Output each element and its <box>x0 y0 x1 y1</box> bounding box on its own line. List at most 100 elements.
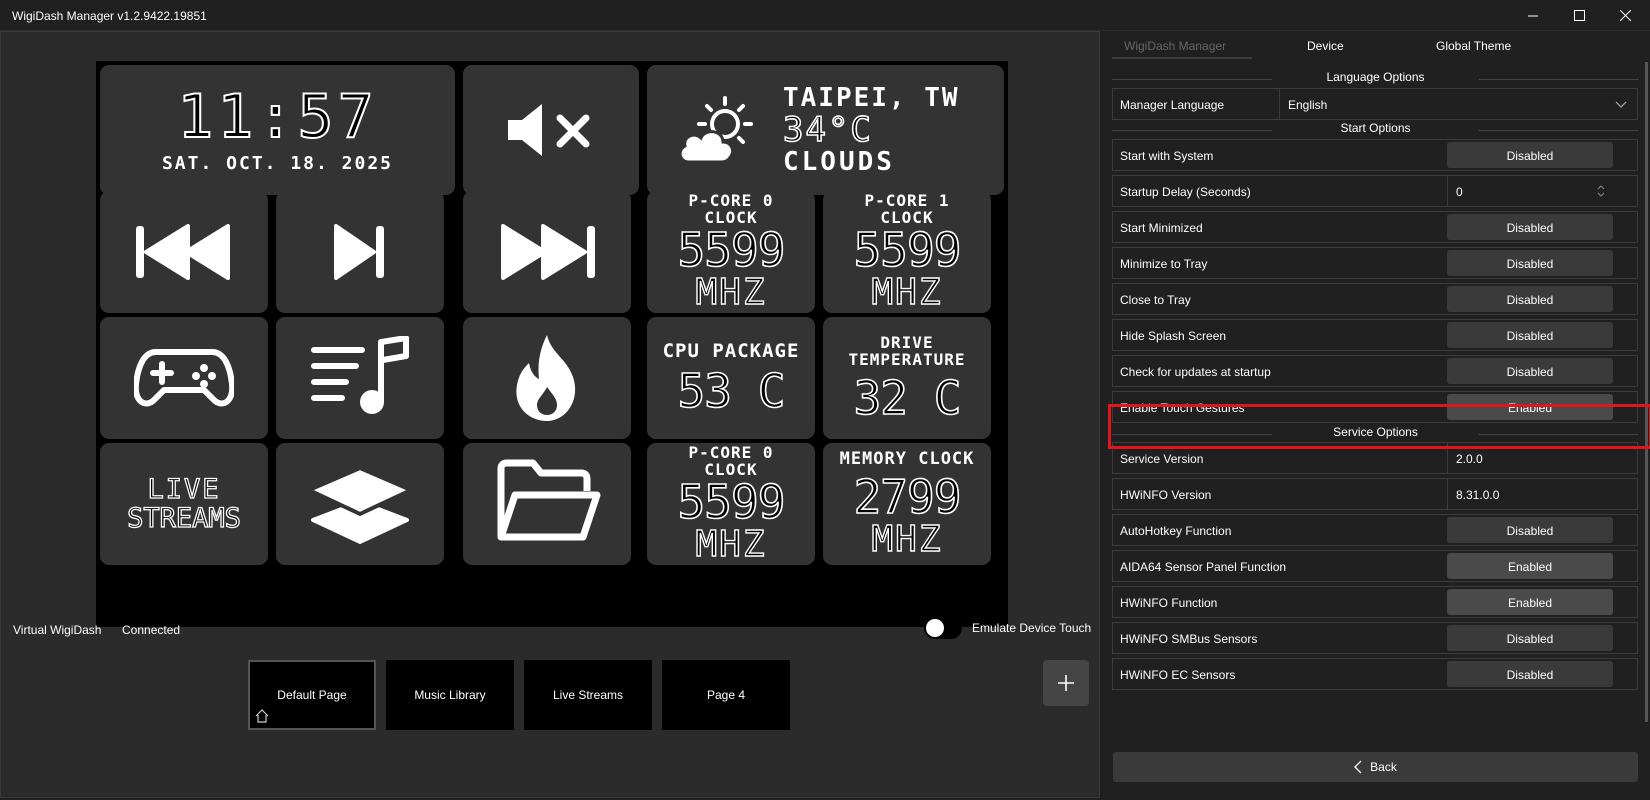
emulate-touch-label: Emulate Device Touch <box>972 621 1092 635</box>
settings-scrollbar[interactable] <box>1645 62 1648 722</box>
tab-global-theme[interactable]: Global Theme <box>1436 39 1511 53</box>
weather-city: TAIPEI, TW <box>783 83 960 113</box>
tile-value: 53 C <box>677 364 786 418</box>
tile-label: MEMORY CLOCK <box>839 449 975 469</box>
tab-indicator <box>1112 57 1252 59</box>
fire-icon <box>516 335 576 421</box>
tab-device[interactable]: Device <box>1307 39 1344 53</box>
manager-language-select[interactable]: English <box>1279 89 1637 119</box>
clock-tile[interactable]: 11:57 SAT. OCT. 18. 2025 <box>100 65 455 195</box>
page-music-library[interactable]: Music Library <box>386 660 514 730</box>
pcore1-clock-tile[interactable]: P-CORE 1 CLOCK 5599 MHZ <box>823 191 991 313</box>
add-page-button[interactable] <box>1043 660 1089 706</box>
live-streams-tile[interactable]: LIVE STREAMS <box>100 443 268 565</box>
aida64-function-toggle[interactable]: Enabled <box>1447 553 1613 579</box>
close-to-tray-toggle[interactable]: Disabled <box>1447 286 1613 312</box>
back-button[interactable]: Back <box>1113 752 1638 782</box>
minimize-to-tray-toggle[interactable]: Disabled <box>1447 250 1613 276</box>
hwinfo-ec-toggle[interactable]: Disabled <box>1447 661 1613 687</box>
page-live-streams[interactable]: Live Streams <box>524 660 652 730</box>
weather-tile[interactable]: TAIPEI, TW 34°C CLOUDS <box>647 65 1004 195</box>
startup-delay-input[interactable]: 0 <box>1447 176 1613 206</box>
autohotkey-function-toggle[interactable]: Disabled <box>1447 517 1613 543</box>
weather-temp: 34°C <box>782 110 873 150</box>
weather-condition: CLOUDS <box>783 147 895 177</box>
home-icon <box>255 709 269 723</box>
setting-label: AutoHotkey Function <box>1120 524 1232 538</box>
pcore0-clock-tile[interactable]: P-CORE 0 CLOCK 5599 MHZ <box>647 191 815 313</box>
tile-unit: MHZ <box>871 519 943 560</box>
emulate-touch-control: Emulate Device Touch <box>924 617 1091 639</box>
back-label: Back <box>1370 760 1397 774</box>
device-name: Virtual WigiDash <box>13 623 102 637</box>
page-label: Live Streams <box>552 688 624 702</box>
connection-status: Connected <box>122 623 181 637</box>
cpu-package-tile[interactable]: CPU PACKAGE 53 C <box>647 317 815 439</box>
setting-label: Hide Splash Screen <box>1120 329 1227 343</box>
tile-value: 5599 <box>853 223 962 277</box>
device-preview-panel: 11:57 SAT. OCT. 18. 2025 TAIPEI, TW 34°C… <box>0 31 1100 798</box>
setting-label: Start with System <box>1120 149 1214 163</box>
layers-icon <box>307 466 413 544</box>
page-label: Music Library <box>414 688 486 702</box>
mute-tile[interactable] <box>463 65 639 195</box>
previous-track-tile[interactable] <box>100 191 268 313</box>
layers-tile[interactable] <box>276 443 444 565</box>
setting-label: HWiNFO SMBus Sensors <box>1120 632 1258 646</box>
setting-label: AIDA64 Sensor Panel Function <box>1120 560 1287 574</box>
spinner-icon[interactable] <box>1597 185 1605 197</box>
start-with-system-toggle[interactable]: Disabled <box>1447 142 1613 168</box>
drive-temperature-tile[interactable]: DRIVE TEMPERATURE 32 C <box>823 317 991 439</box>
hide-splash-screen-toggle[interactable]: Disabled <box>1447 322 1613 348</box>
tab-wigidash-manager[interactable]: WigiDash Manager <box>1124 39 1226 53</box>
setting-label: HWiNFO Version <box>1120 488 1212 502</box>
close-button[interactable] <box>1602 0 1648 31</box>
start-minimized-toggle[interactable]: Disabled <box>1447 214 1613 240</box>
tile-label: LIVE <box>147 474 221 505</box>
hwinfo-function-row: HWiNFO Function Enabled <box>1112 586 1638 618</box>
minimize-to-tray-row: Minimize to Tray Disabled <box>1112 247 1638 279</box>
autohotkey-function-row: AutoHotkey Function Disabled <box>1112 514 1638 546</box>
pcore0-clock-tile-2[interactable]: P-CORE 0 CLOCK 5599 MHZ <box>647 443 815 565</box>
fast-forward-tile[interactable] <box>463 191 631 313</box>
setting-label: Minimize to Tray <box>1120 257 1208 271</box>
plus-icon <box>1058 675 1074 691</box>
volume-mute-icon <box>508 104 590 156</box>
game-tile[interactable] <box>100 317 268 439</box>
check-updates-row: Check for updates at startup Disabled <box>1112 355 1638 387</box>
tab-bar: WigiDash Manager Device Global Theme <box>1101 31 1648 61</box>
folder-tile[interactable] <box>463 443 631 565</box>
memory-clock-tile[interactable]: MEMORY CLOCK 2799 MHZ <box>823 443 991 565</box>
music-library-tile[interactable] <box>276 317 444 439</box>
page-4[interactable]: Page 4 <box>662 660 790 730</box>
tile-value: 32 C <box>853 371 962 425</box>
tile-label: CPU PACKAGE <box>662 340 800 362</box>
hwinfo-version-row: HWiNFO Version 8.31.0.0 <box>1112 478 1638 510</box>
check-updates-toggle[interactable]: Disabled <box>1447 358 1613 384</box>
next-track-tile[interactable] <box>276 191 444 313</box>
hwinfo-smbus-toggle[interactable]: Disabled <box>1447 625 1613 651</box>
page-label: Default Page <box>277 688 347 702</box>
fast-forward-icon <box>501 224 595 280</box>
maximize-button[interactable] <box>1556 0 1602 31</box>
tile-label: STREAMS <box>126 503 241 534</box>
hwinfo-function-toggle[interactable]: Enabled <box>1447 589 1613 615</box>
tile-value: 2799 <box>853 470 962 524</box>
page-label: Page 4 <box>706 688 746 702</box>
page-default[interactable]: Default Page <box>248 660 376 730</box>
manager-language-row: Manager Language English <box>1112 88 1638 120</box>
maximize-icon <box>1573 10 1585 21</box>
tile-unit: MHZ <box>695 272 767 313</box>
emulate-touch-toggle[interactable] <box>924 617 962 639</box>
gamepad-icon <box>134 349 234 407</box>
tile-label: P-CORE 1 <box>864 191 950 210</box>
tile-value: 5599 <box>677 223 786 277</box>
music-list-icon <box>311 336 409 414</box>
fire-tile[interactable] <box>463 317 631 439</box>
title-bar: WigiDash Manager v1.2.9422.19851 <box>0 0 1650 31</box>
chevron-left-icon <box>1354 760 1362 774</box>
minimize-button[interactable] <box>1510 0 1556 31</box>
startup-delay-row: Startup Delay (Seconds) 0 <box>1112 175 1638 207</box>
tile-label: TEMPERATURE <box>848 350 966 369</box>
section-language-options: Language Options <box>1112 70 1639 84</box>
